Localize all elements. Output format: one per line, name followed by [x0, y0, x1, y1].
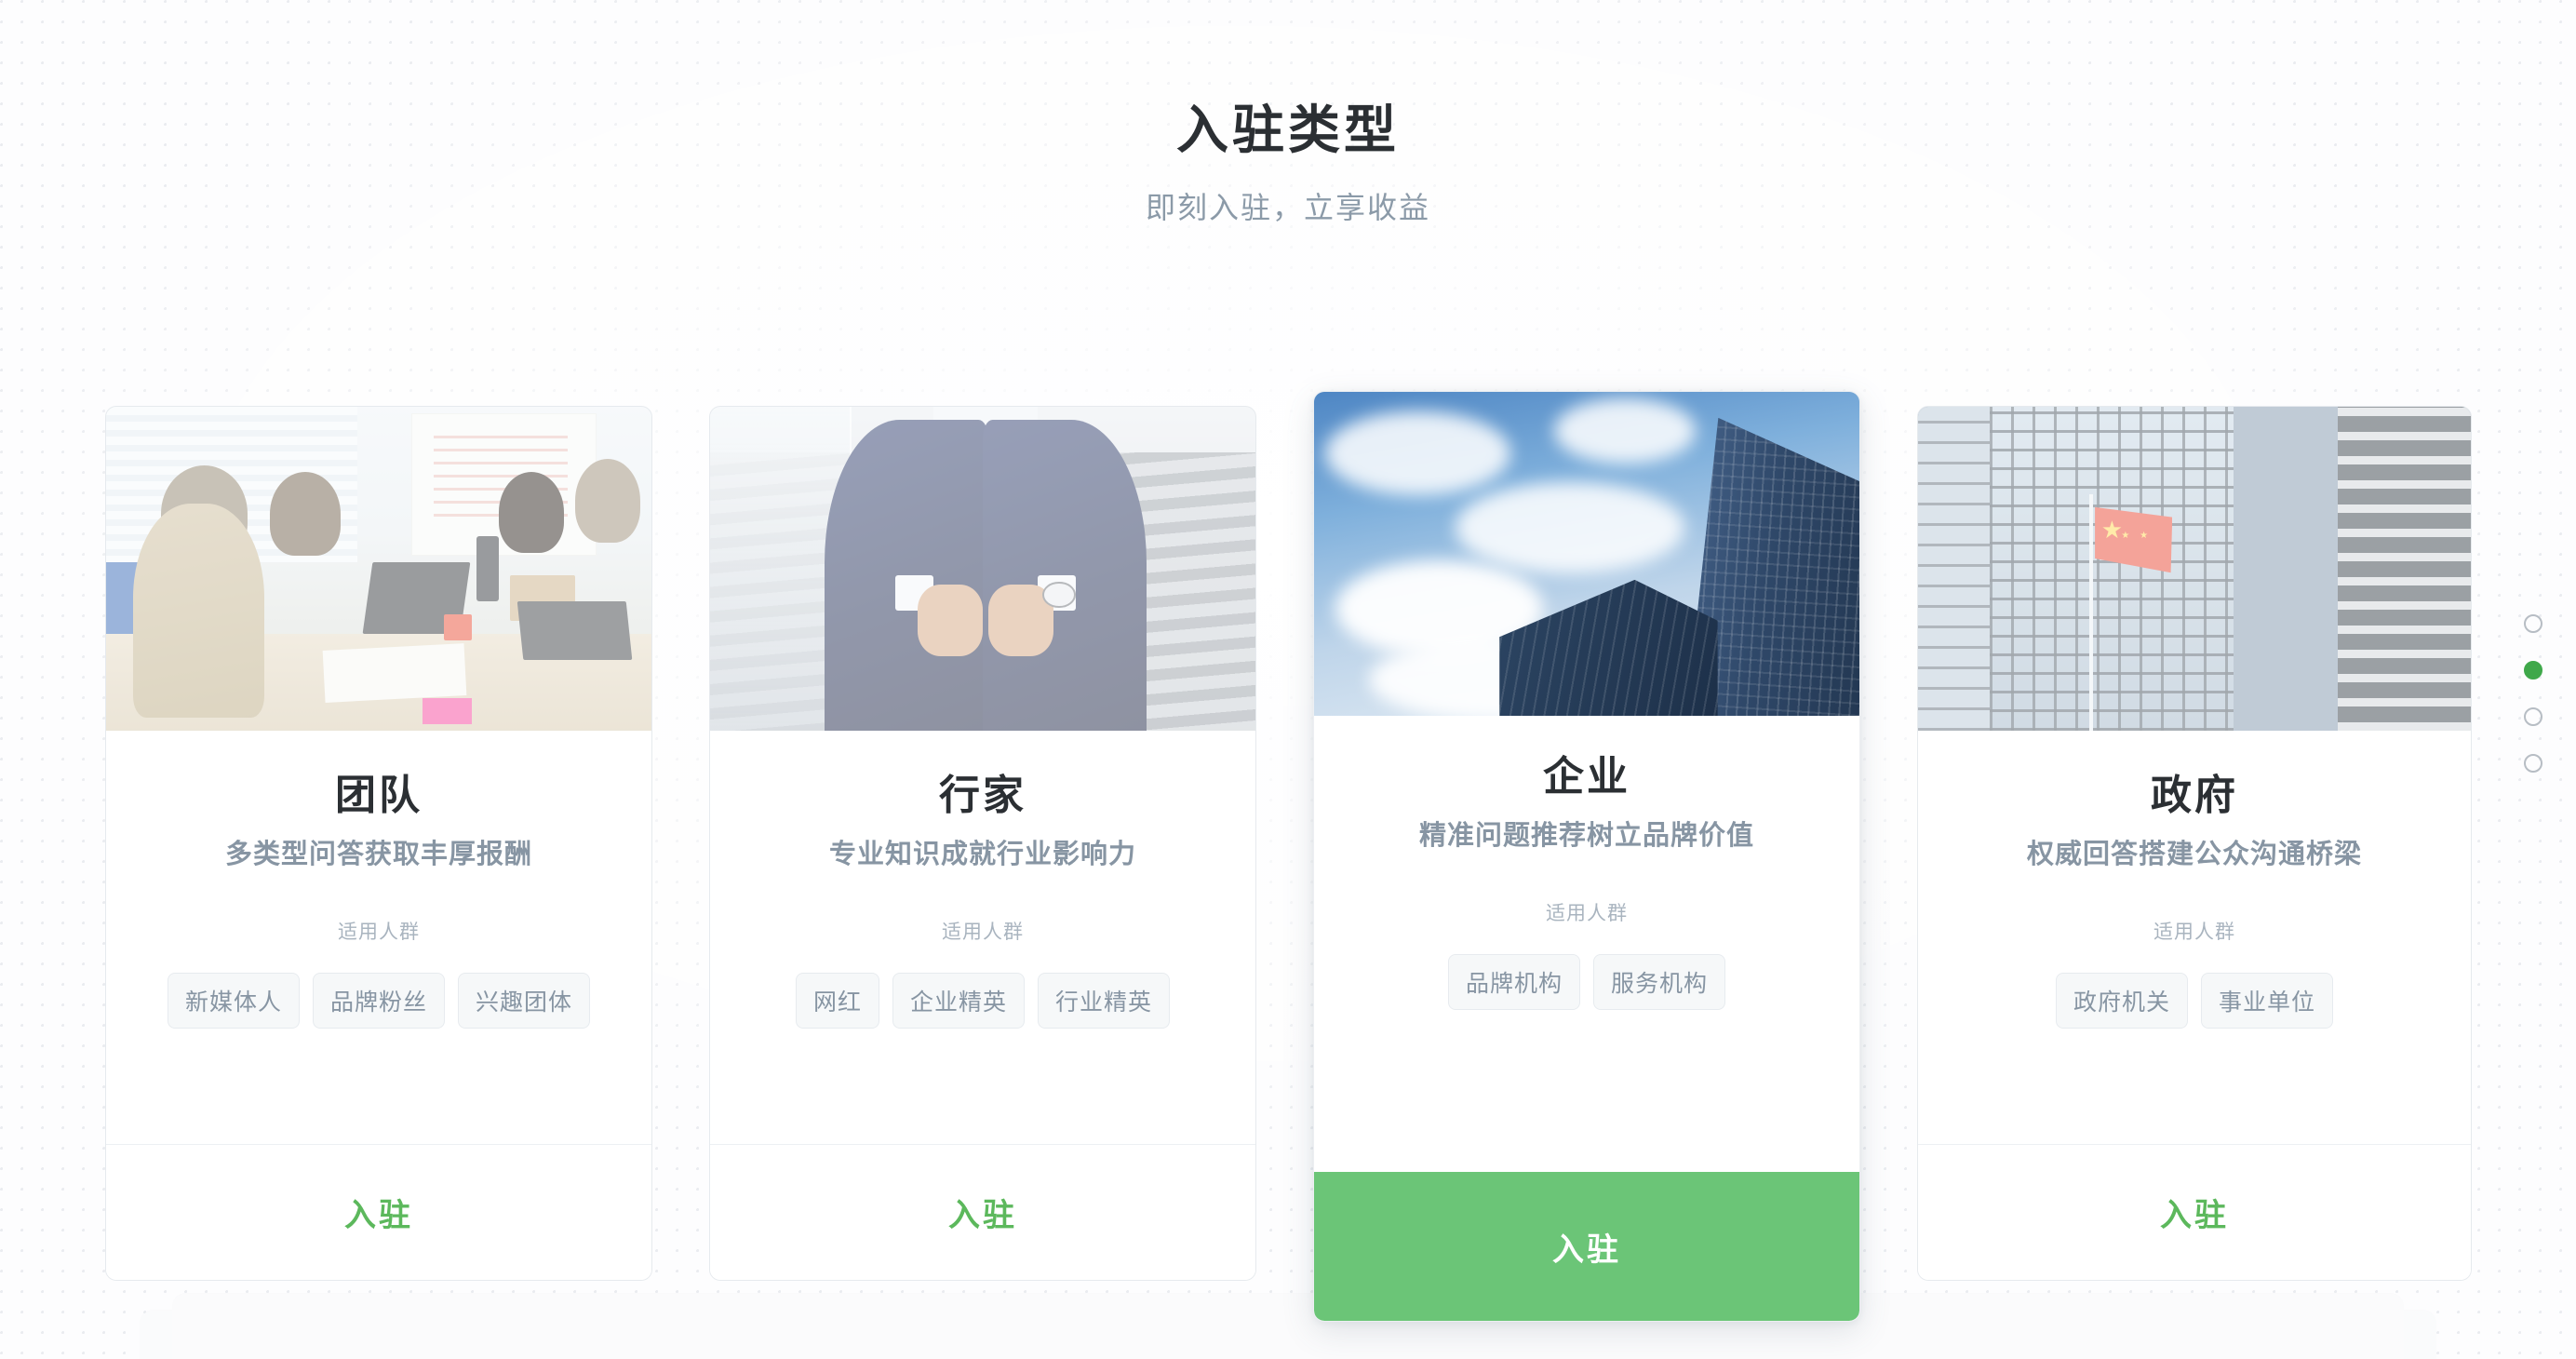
card-body-expert: 行家 专业知识成就行业影响力 适用人群 网红 企业精英 行业精英 [710, 731, 1255, 1029]
pagination-dot[interactable] [2524, 614, 2542, 633]
join-button[interactable]: 入驻 [1918, 1144, 2471, 1280]
businessman-suit-photo [710, 407, 1255, 731]
card-body-enterprise: 企业 精准问题推荐树立品牌价值 适用人群 品牌机构 服务机构 [1314, 716, 1859, 1011]
card-photo-enterprise [1314, 392, 1859, 716]
audience-tag-list: 新媒体人 品牌粉丝 兴趣团体 [140, 973, 618, 1029]
audience-label: 适用人群 [1546, 903, 1628, 925]
audience-tag-list: 品牌机构 服务机构 [1348, 954, 1826, 1011]
audience-tag: 政府机关 [2055, 973, 2188, 1029]
card-body-team: 团队 多类型问答获取丰厚报酬 适用人群 新媒体人 品牌粉丝 兴趣团体 [106, 731, 651, 1029]
card-description: 专业知识成就行业影响力 [828, 839, 1136, 869]
card-body-government: 政府 权威回答搭建公众沟通桥梁 适用人群 政府机关 事业单位 [1918, 731, 2471, 1029]
card-title: 政府 [2151, 773, 2238, 818]
card-description: 权威回答搭建公众沟通桥梁 [2026, 839, 2362, 869]
entry-type-card-government[interactable]: 政府 权威回答搭建公众沟通桥梁 适用人群 政府机关 事业单位 入驻 [1917, 406, 2472, 1281]
audience-tag: 品牌机构 [1447, 954, 1580, 1011]
entry-type-card-team[interactable]: 团队 多类型问答获取丰厚报酬 适用人群 新媒体人 品牌粉丝 兴趣团体 入驻 [105, 406, 652, 1281]
audience-tag: 事业单位 [2201, 973, 2334, 1029]
audience-tag: 行业精英 [1038, 973, 1171, 1029]
audience-label: 适用人群 [942, 922, 1024, 944]
card-description: 精准问题推荐树立品牌价值 [1418, 820, 1754, 851]
join-button[interactable]: 入驻 [710, 1144, 1255, 1280]
section-header: 入驻类型 即刻入驻，立享收益 [0, 101, 2576, 227]
audience-tag: 服务机构 [1593, 954, 1726, 1011]
audience-tag: 兴趣团体 [458, 973, 591, 1029]
audience-tag-list: 网红 企业精英 行业精英 [744, 973, 1222, 1029]
join-button-primary[interactable]: 入驻 [1314, 1172, 1859, 1321]
audience-label: 适用人群 [338, 922, 420, 944]
join-button[interactable]: 入驻 [106, 1144, 651, 1280]
page-root: 入驻类型 即刻入驻，立享收益 团队 多类型问答获取丰厚报酬 适用人群 新媒体人 … [0, 0, 2576, 1359]
card-title: 企业 [1543, 754, 1630, 800]
team-meeting-photo [106, 407, 651, 731]
pagination-dot[interactable] [2524, 707, 2542, 726]
audience-tag: 网红 [795, 973, 879, 1029]
flag-office-buildings-photo [1918, 407, 2471, 731]
carousel-pagination [2524, 614, 2542, 773]
audience-tag: 新媒体人 [167, 973, 300, 1029]
audience-tag: 品牌粉丝 [312, 973, 445, 1029]
page-subtitle: 即刻入驻，立享收益 [1145, 191, 1430, 225]
audience-tag: 企业精英 [892, 973, 1025, 1029]
audience-label: 适用人群 [2153, 922, 2235, 944]
card-title: 团队 [335, 773, 423, 818]
card-photo-expert [710, 407, 1255, 731]
pagination-dot[interactable] [2524, 754, 2542, 773]
entry-type-card-enterprise[interactable]: 企业 精准问题推荐树立品牌价值 适用人群 品牌机构 服务机构 入驻 [1313, 391, 1860, 1322]
card-title: 行家 [939, 773, 1026, 818]
card-photo-team [106, 407, 651, 731]
page-title: 入驻类型 [1176, 101, 1400, 159]
pagination-dot-active[interactable] [2524, 661, 2542, 680]
glass-skyscraper-photo [1314, 392, 1859, 716]
audience-tag-list: 政府机关 事业单位 [1952, 973, 2437, 1029]
card-description: 多类型问答获取丰厚报酬 [224, 839, 532, 869]
card-photo-government [1918, 407, 2471, 731]
entry-type-card-expert[interactable]: 行家 专业知识成就行业影响力 适用人群 网红 企业精英 行业精英 入驻 [709, 406, 1256, 1281]
